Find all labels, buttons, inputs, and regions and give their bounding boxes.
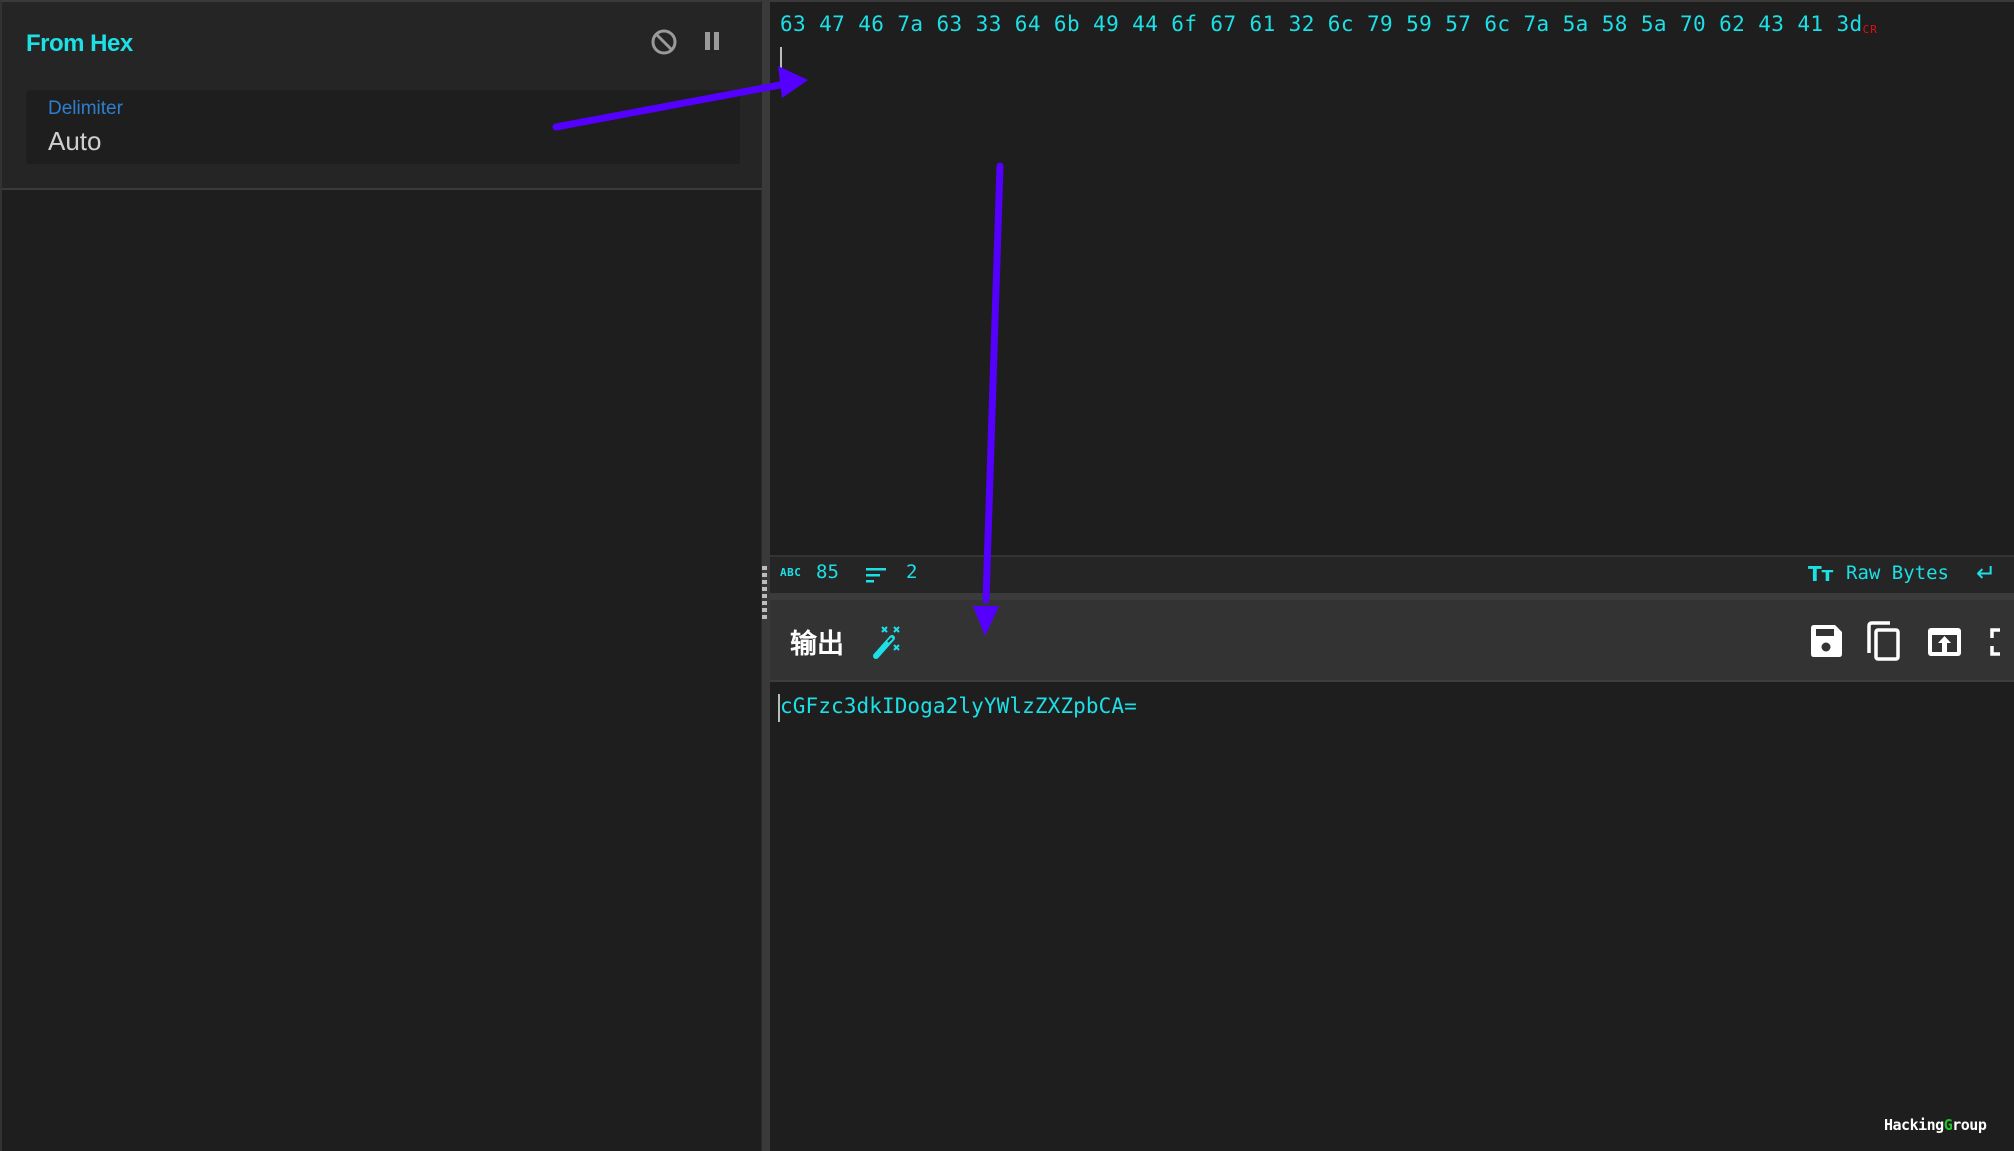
hackinggroup-watermark-logo: HackingGroup <box>1884 1116 1987 1134</box>
copy-icon <box>1867 621 1900 661</box>
text-encoding-icon[interactable]: Tт <box>1808 562 1833 586</box>
watermark-part-2: G <box>1943 1116 1953 1134</box>
pause-operation-button[interactable] <box>696 26 728 58</box>
input-text[interactable]: 63 47 46 7a 63 33 64 6b 49 44 6f 67 61 3… <box>780 12 1878 36</box>
save-icon <box>1811 625 1842 657</box>
delimiter-label: Delimiter <box>48 98 123 119</box>
open-in-input-icon <box>1928 628 1961 656</box>
char-count: 85 <box>816 561 839 583</box>
pause-icon <box>705 32 719 50</box>
output-textarea[interactable]: cGFzc3dkIDoga2lyYWlzZXZpbCA= <box>770 682 2014 1151</box>
abc-icon: ABC <box>780 566 802 579</box>
input-status-bar: ABC 85 2 Tт Raw Bytes ↵ <box>770 555 2014 593</box>
maximise-output-button[interactable] <box>1988 620 2014 662</box>
magic-wand-icon <box>873 626 900 659</box>
splitter-grip-icon <box>762 566 767 622</box>
input-encoding-selector[interactable]: Raw Bytes <box>1846 562 1949 584</box>
output-header: 输出 <box>770 600 2014 682</box>
operation-title: From Hex <box>26 30 133 57</box>
line-count: 2 <box>906 561 918 583</box>
cr-marker: CR <box>1862 23 1878 36</box>
input-textarea[interactable]: 63 47 46 7a 63 33 64 6b 49 44 6f 67 61 3… <box>770 0 2014 555</box>
disable-icon <box>651 29 677 55</box>
magic-button[interactable] <box>870 624 908 662</box>
lines-icon <box>866 568 886 583</box>
output-title: 输出 <box>790 629 844 660</box>
watermark-part-1: Hacking <box>1884 1116 1944 1134</box>
input-caret <box>780 47 782 75</box>
vertical-splitter[interactable] <box>762 0 770 1151</box>
fullscreen-icon <box>1990 628 2000 656</box>
eol-sequence-icon[interactable]: ↵ <box>1976 559 1996 587</box>
horizontal-splitter[interactable] <box>770 593 2014 609</box>
replace-input-button[interactable] <box>1924 620 1964 662</box>
delimiter-field[interactable]: Delimiter Auto <box>26 90 740 164</box>
recipe-panel: From Hex Delimiter Auto <box>0 0 762 1151</box>
output-text[interactable]: cGFzc3dkIDoga2lyYWlzZXZpbCA= <box>780 694 1137 718</box>
operation-from-hex[interactable]: From Hex Delimiter Auto <box>2 2 762 190</box>
input-hex-text: 63 47 46 7a 63 33 64 6b 49 44 6f 67 61 3… <box>780 12 1863 36</box>
watermark-part-3: roup <box>1952 1116 1987 1134</box>
copy-output-button[interactable] <box>1864 620 1904 662</box>
save-output-button[interactable] <box>1806 620 1846 662</box>
disable-operation-button[interactable] <box>648 26 680 58</box>
delimiter-value[interactable]: Auto <box>48 126 102 157</box>
